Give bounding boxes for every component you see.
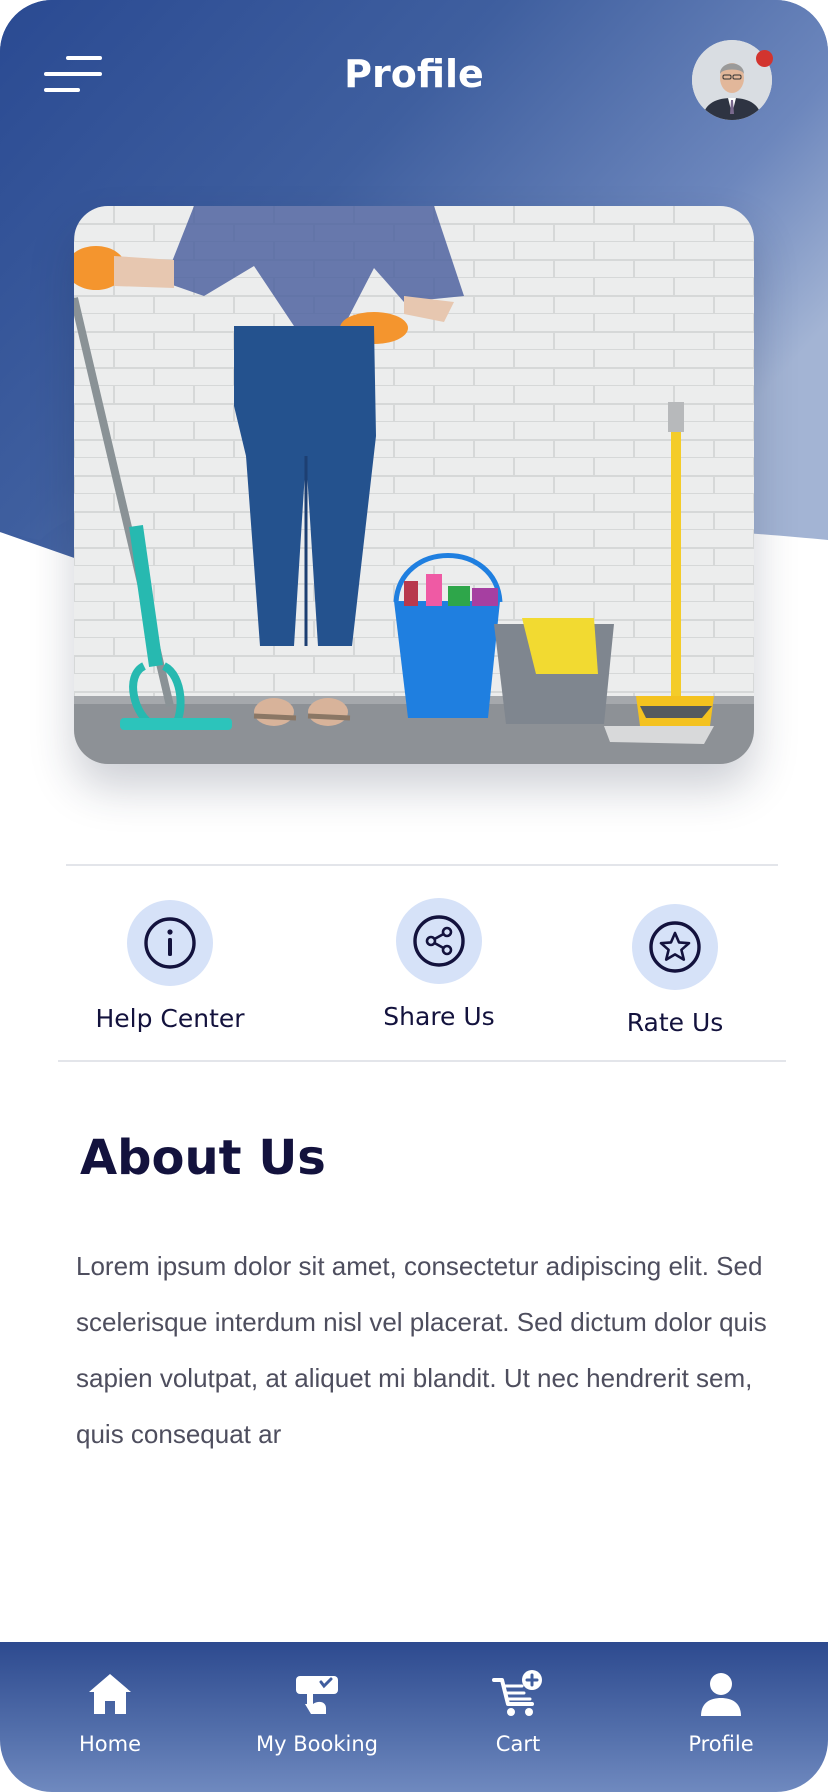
- section-divider: [66, 864, 778, 866]
- nav-profile-label: Profile: [688, 1732, 754, 1756]
- nav-my-booking[interactable]: My Booking: [227, 1670, 407, 1756]
- rate-us-button[interactable]: Rate Us: [565, 904, 785, 1037]
- star-icon: [649, 921, 701, 973]
- rate-us-icon-circle: [632, 904, 718, 990]
- share-us-icon-circle: [396, 898, 482, 984]
- help-center-icon-circle: [127, 900, 213, 986]
- home-icon: [89, 1674, 131, 1714]
- share-icon: [413, 915, 465, 967]
- help-center-button[interactable]: Help Center: [60, 900, 280, 1033]
- bottom-navigation: Home My Booking Cart Profile: [0, 1642, 828, 1792]
- nav-cart-label: Cart: [495, 1732, 541, 1756]
- section-divider: [58, 1060, 786, 1062]
- nav-profile[interactable]: Profile: [631, 1670, 811, 1756]
- nav-home-label: Home: [78, 1732, 141, 1756]
- notification-dot: [756, 50, 773, 67]
- rate-us-label: Rate Us: [626, 1008, 724, 1037]
- nav-cart[interactable]: Cart: [428, 1670, 608, 1756]
- help-center-label: Help Center: [95, 1004, 245, 1033]
- booking-icon: [296, 1676, 338, 1714]
- nav-my-booking-label: My Booking: [256, 1732, 378, 1756]
- about-us-heading: About Us: [80, 1130, 326, 1186]
- cart-add-icon: [492, 1670, 542, 1716]
- user-icon: [701, 1673, 741, 1716]
- hero-image: [74, 206, 754, 764]
- share-us-label: Share Us: [383, 1002, 495, 1031]
- nav-home[interactable]: Home: [20, 1670, 200, 1756]
- profile-screen: Profile Help Center Share Us Rate Us Abo…: [0, 0, 828, 1792]
- about-us-text: Lorem ipsum dolor sit amet, consectetur …: [76, 1251, 767, 1449]
- share-us-button[interactable]: Share Us: [329, 898, 549, 1031]
- info-icon: [144, 917, 196, 969]
